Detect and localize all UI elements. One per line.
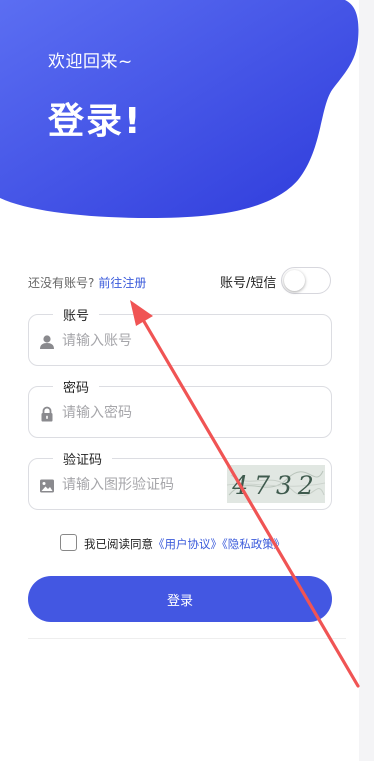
user-agreement-link[interactable]: 《用户协议》 (153, 537, 222, 551)
account-label: 账号 (53, 305, 100, 324)
captcha-input[interactable] (62, 473, 222, 497)
captcha-label: 验证码 (53, 449, 113, 468)
login-button[interactable]: 登录 (28, 576, 332, 622)
lock-icon (41, 406, 53, 422)
welcome-text: 欢迎回来~ (48, 52, 133, 72)
divider (28, 638, 346, 639)
captcha-field: 验证码 4732 (28, 449, 332, 510)
account-field: 账号 (28, 305, 332, 366)
register-prompt-row: 还没有账号? 前往注册 (28, 274, 146, 291)
page-title: 登录! (48, 101, 143, 142)
captcha-code: 4732 (231, 471, 320, 500)
agreement-prefix: 我已阅读同意 (84, 537, 153, 551)
image-icon (40, 479, 54, 493)
register-link[interactable]: 前往注册 (98, 276, 146, 290)
password-field: 密码 (28, 377, 332, 438)
account-input[interactable] (62, 329, 222, 353)
login-mode-label: 账号/短信 (220, 276, 277, 291)
toggle-knob (284, 270, 305, 291)
user-icon (40, 335, 54, 349)
password-input[interactable] (62, 401, 222, 425)
password-label: 密码 (53, 377, 100, 396)
right-edge-strip (359, 0, 374, 761)
login-mode-toggle[interactable] (281, 267, 331, 294)
register-prompt: 还没有账号? (28, 276, 95, 290)
captcha-image[interactable]: 4732 (227, 465, 325, 503)
agreement-checkbox[interactable] (60, 534, 77, 551)
privacy-policy-link[interactable]: 《隐私政策》 (222, 537, 285, 551)
agreement-text: 我已阅读同意《用户协议》《隐私政策》 (84, 536, 285, 552)
